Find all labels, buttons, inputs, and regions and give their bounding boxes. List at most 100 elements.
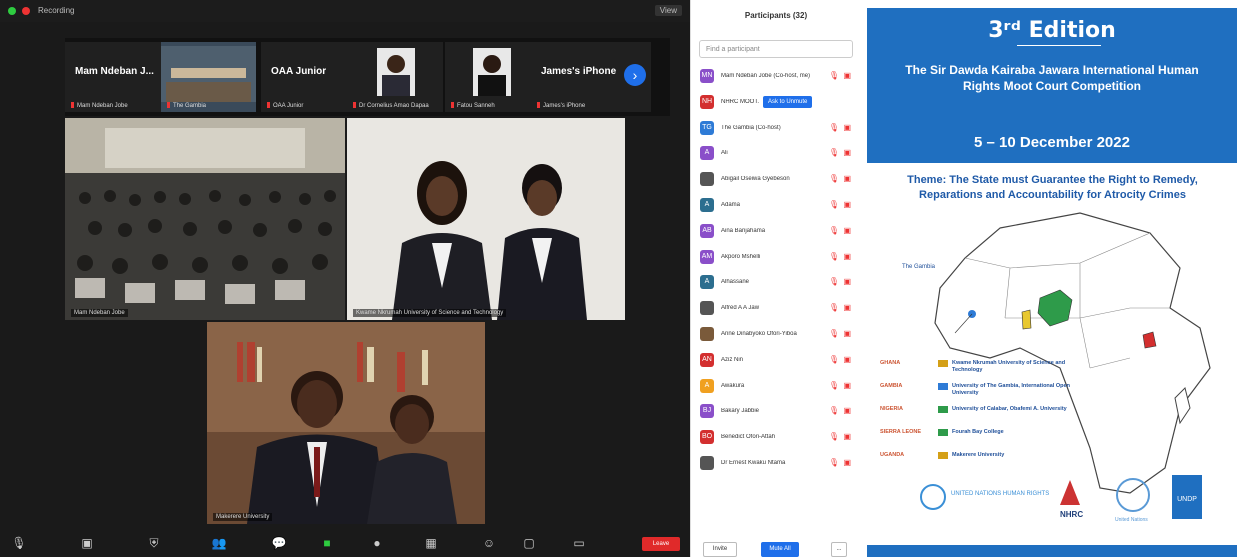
zoom-window: Recording View Mam Ndeban J... Mam Ndeba… (0, 0, 690, 557)
muted-microphone-icon[interactable]: 🎙 (829, 355, 839, 364)
participant-name: Mam Ndeban Jobe (Co-host, me) (721, 73, 811, 79)
participant-avatar: AN (700, 352, 714, 367)
view-button[interactable]: View (654, 5, 682, 16)
participant-name: Benedict Ofori-Attah (721, 434, 776, 441)
muted-microphone-icon[interactable]: 🎙 (829, 432, 839, 441)
participant-row[interactable]: AN Aziz Nin 🎙 ▣ (691, 348, 861, 374)
video-off-icon: ▣ (843, 225, 851, 235)
muted-microphone-icon[interactable]: 🎙 (829, 200, 839, 209)
muted-microphone-icon[interactable]: 🎙 (829, 381, 839, 390)
video-tile[interactable]: Makerere University (207, 322, 485, 524)
more-icon[interactable]: ▭ (570, 535, 588, 551)
country-flag-icon (938, 452, 948, 459)
participant-search-input[interactable]: Find a participant (699, 40, 853, 58)
participant-row[interactable]: Dr Ernest Kwaku Ntama 🎙 ▣ (691, 451, 861, 477)
muted-microphone-icon[interactable]: 🎙 (829, 277, 839, 286)
security-shield-icon[interactable]: ⛨ (145, 535, 163, 551)
microphone-icon[interactable]: 🎙 (10, 535, 28, 551)
more-options-button[interactable]: ... (831, 542, 847, 557)
participant-list: MN Mam Ndeban Jobe (Co-host, me) 🎙 ▣ NH NHRC … (691, 64, 861, 477)
participant-row[interactable]: A Awakura 🎙 ▣ (691, 374, 861, 400)
muted-microphone-icon[interactable]: 🎙 (829, 303, 839, 312)
participant-avatar: A (700, 378, 714, 393)
participant-row[interactable]: A Adama 🎙 ▣ (691, 193, 861, 219)
strip-tile[interactable]: Fatou Sanneh (445, 42, 541, 112)
poster-header: 3ʳᵈ Edition The Sir Dawda Kairaba Jawara… (867, 8, 1237, 163)
video-camera-icon[interactable]: ▣ (78, 535, 96, 551)
participant-name: Awakura (721, 382, 745, 389)
chat-icon[interactable]: 💬 (270, 535, 288, 551)
competition-name: The Sir Dawda Kairaba Jawara Internation… (905, 63, 1199, 93)
strip-tile[interactable]: Dr Cornelius Amao Dapaa (347, 42, 443, 112)
record-button-icon[interactable]: ● (368, 535, 386, 551)
participant-row[interactable]: MN Mam Ndeban Jobe (Co-host, me) 🎙 ▣ (691, 64, 861, 90)
video-off-icon: ▣ (843, 303, 851, 313)
makerere-video (207, 322, 485, 524)
participant-name: Ali (721, 150, 728, 157)
participant-avatar (700, 455, 714, 470)
participant-label: James's iPhone (537, 102, 585, 109)
university-name: University of Calabar, Obafemi A. Univer… (952, 406, 1067, 412)
video-off-icon: ▣ (843, 199, 851, 209)
participant-name: OAA Junior (271, 66, 327, 77)
muted-microphone-icon[interactable]: 🎙 (829, 226, 839, 235)
tile-label: Mam Ndeban Jobe (71, 309, 128, 317)
participant-row[interactable]: NH NHRC MOOT... Ask to Unmute (691, 90, 861, 116)
participant-name: James's iPhone (541, 66, 617, 77)
participants-icon[interactable]: 👥 (210, 535, 228, 551)
video-off-icon: ▣ (843, 122, 851, 132)
participant-row[interactable]: BO Benedict Ofori-Attah 🎙 ▣ (691, 425, 861, 451)
muted-microphone-icon[interactable]: 🎙 (829, 148, 839, 157)
title-underline (1017, 45, 1101, 46)
participant-row[interactable]: A Ali 🎙 ▣ (691, 141, 861, 167)
share-screen-icon[interactable]: ■ (318, 535, 336, 551)
muted-microphone-icon[interactable]: 🎙 (829, 406, 839, 415)
whiteboard-icon[interactable]: ▢ (520, 535, 538, 551)
video-off-icon: ▣ (843, 432, 851, 442)
muted-microphone-icon[interactable]: 🎙 (829, 458, 839, 467)
muted-microphone-icon[interactable]: 🎙 (829, 329, 839, 338)
video-off-icon: ▣ (843, 148, 851, 158)
participant-row[interactable]: A Alhassane 🎙 ▣ (691, 270, 861, 296)
muted-microphone-icon[interactable]: 🎙 (829, 174, 839, 183)
country-flag-icon (938, 383, 948, 390)
video-tile[interactable]: Kwame Nkrumah University of Science and … (347, 118, 625, 320)
university-entry: UGANDA Makerere University (880, 452, 1100, 470)
muted-microphone-icon[interactable]: 🎙 (829, 71, 839, 80)
mute-all-button[interactable]: Mute All (761, 542, 799, 557)
participant-name: Anne Dinabyoko Ofori-Yiboa (721, 330, 797, 337)
reactions-icon[interactable]: ☺ (480, 535, 498, 551)
competition-theme: Theme: The State must Guarantee the Righ… (907, 174, 1198, 201)
apps-icon[interactable]: ▦ (422, 535, 440, 551)
invite-button[interactable]: Invite (703, 542, 737, 557)
video-off-icon: ▣ (843, 328, 851, 338)
participant-row[interactable]: TG The Gambia (Co-host) 🎙 ▣ (691, 116, 861, 142)
ask-to-unmute-button[interactable]: Ask to Unmute (763, 95, 813, 108)
participant-name: Alfred A A Jaw (721, 305, 760, 312)
participant-row[interactable]: Anne Dinabyoko Ofori-Yiboa 🎙 ▣ (691, 322, 861, 348)
muted-microphone-icon[interactable]: 🎙 (829, 123, 839, 132)
video-off-icon: ▣ (843, 277, 851, 287)
country-flag-icon (938, 429, 948, 436)
participant-row[interactable]: Abigail Oseiwa Gyebeson 🎙 ▣ (691, 167, 861, 193)
country-flag-icon (938, 360, 948, 367)
next-page-button[interactable]: › (624, 64, 646, 86)
participant-row[interactable]: AM Akporo Mshelli 🎙 ▣ (691, 245, 861, 271)
participant-avatar: A (700, 197, 714, 212)
country-name: GAMBIA (880, 383, 903, 389)
video-tile[interactable]: Mam Ndeban Jobe (65, 118, 345, 320)
leave-button[interactable]: Leave (642, 537, 680, 551)
strip-tile[interactable]: The Gambia (161, 42, 256, 112)
participant-row[interactable]: BJ Bakary Jabbie 🎙 ▣ (691, 399, 861, 425)
participant-name: Abigail Oseiwa Gyebeson (721, 176, 790, 183)
participant-label: The Gambia (167, 102, 206, 109)
participant-row[interactable]: Alfred A A Jaw 🎙 ▣ (691, 296, 861, 322)
participant-avatar: BJ (700, 404, 714, 419)
university-entry: GAMBIA University of The Gambia, Internat… (880, 383, 1100, 401)
room-thumbnail (161, 46, 256, 102)
university-entry: NIGERIA University of Calabar, Obafemi A.… (880, 406, 1100, 424)
participant-label: OAA Junior (267, 102, 303, 109)
security-icon[interactable] (8, 7, 16, 15)
participant-row[interactable]: AB Aina Banjahama 🎙 ▣ (691, 219, 861, 245)
muted-microphone-icon[interactable]: 🎙 (829, 252, 839, 261)
